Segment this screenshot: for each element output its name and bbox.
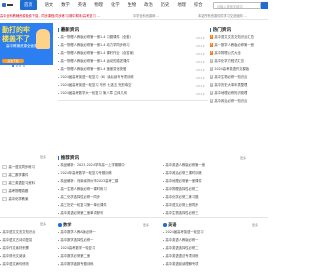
list-item[interactable]: 2 高一数学人教版必修第一册 xyxy=(210,41,268,49)
tab-chemistry[interactable]: 化学 xyxy=(111,2,120,8)
list-item[interactable]: 6 高中生物必修一知识点 xyxy=(210,73,268,81)
math-icon xyxy=(58,223,62,227)
divider xyxy=(58,100,208,101)
item-date: 10-12 xyxy=(196,75,205,80)
tab-english[interactable]: 英语 xyxy=(78,2,87,8)
list-item[interactable]: 高中语文必修上册同步 xyxy=(163,201,268,209)
recommend-list-right: 高中英语人教版必修第一册 高中政治必修三课时训练 高中地理必修第一册课件 高中物… xyxy=(163,161,268,217)
list-item[interactable]: 高中语文病句修改 xyxy=(0,260,53,268)
item-date: 10-12 xyxy=(196,43,205,48)
list-item[interactable]: 高一物理人教版必修第一册1-4 习题课件（全套） xyxy=(58,33,193,41)
list-item[interactable]: 高中政治必修三课时训练 xyxy=(163,169,268,177)
notice-left[interactable]: 高中全科教辅资源免费下载，同步课程/同步练习/期中期末/高考复习 ... xyxy=(0,14,100,18)
list-item[interactable]: 高中英语人教版必修一 xyxy=(163,236,268,244)
list-item[interactable]: 8 高中地理必修知识梳理 xyxy=(210,89,268,97)
tab-politics[interactable]: 政治 xyxy=(144,2,153,8)
recommend-list-left: 精品解析：2023-2024学年高一上学期期中 2024年高考数学一轮复习专题训… xyxy=(58,161,158,217)
list-item[interactable]: 7 高中历史大事年表整理 xyxy=(210,81,268,89)
list-item[interactable]: 高中英语阅读理解专项 xyxy=(163,260,268,268)
notice-middle: 中学全科资源网 ... xyxy=(133,13,160,18)
item-date: 10-12 xyxy=(196,35,205,40)
list-item[interactable]: 高中化学必修二练习题 xyxy=(163,193,268,201)
list-item[interactable]: 高中英语选择性必修二 xyxy=(163,244,268,252)
list-item[interactable]: 高中英语人教版必修第一册 xyxy=(163,161,268,169)
list-item[interactable]: 高中语文古诗词鉴赏 xyxy=(0,236,53,244)
more-link[interactable]: 更多 xyxy=(40,155,46,159)
list-item[interactable]: 2024年高考数学一轮复习专题训练 xyxy=(58,169,158,177)
promo-banner[interactable]: 勤打的牢 楼盖不了 高中教辅资源全面更新 点击下载 xyxy=(0,23,53,65)
left-col-list: 高中语文文言文知识点 高中语文古诗词鉴赏 高中作文素材积累 高中现代文阅读 高中… xyxy=(0,228,53,268)
english-list: 2024届高考英语一轮复习 高中英语人教版必修一 高中英语选择性必修二 高中英语… xyxy=(163,228,268,268)
hot-list: 1 高中语文文言文知识点汇总 2 高一数学人教版必修第一册 3 高中物理公式大全 4高… xyxy=(210,33,268,105)
carousel-dots[interactable] xyxy=(12,65,25,67)
list-item[interactable]: 高中现代文阅读 xyxy=(0,252,53,260)
tab-chinese[interactable]: 语文 xyxy=(45,2,54,8)
list-item[interactable]: 高中数学选择性必修一 xyxy=(58,236,158,244)
list-item[interactable]: 3 高中物理公式大全 xyxy=(210,49,268,57)
tab-math[interactable]: 数学 xyxy=(61,2,70,8)
divider xyxy=(0,217,268,218)
latest-list: 高一物理人教版必修第一册1-4 习题课件（全套） 高一物理人教版必修第一册1-4… xyxy=(58,33,193,97)
more-link[interactable]: 更多 xyxy=(252,223,258,227)
list-item[interactable]: 精品解析：2023-2024学年高一上学期期中 xyxy=(58,161,158,169)
list-item[interactable]: 1 高中语文文言文知识点汇总 xyxy=(210,33,268,41)
list-item[interactable]: 高一物理人教版必修第一册1-4 动力学同步练习 xyxy=(58,41,193,49)
site-logo[interactable] xyxy=(2,2,16,9)
list-item[interactable]: 高中数学函数专题训练 xyxy=(58,260,158,268)
tab-biology[interactable]: 生物 xyxy=(128,2,137,8)
list-item[interactable]: 高中地理必修第一册课件 xyxy=(163,177,268,185)
tab-comprehensive[interactable]: 综合 xyxy=(194,2,203,8)
list-item[interactable]: 高中作文素材积累 xyxy=(0,244,53,252)
more-link[interactable]: 更多 xyxy=(240,156,246,160)
notice-bar: 高中全科教辅资源免费下载，同步课程/同步练习/期中期末/高考复习 ... 中学全… xyxy=(0,13,268,18)
english-icon xyxy=(163,223,167,227)
list-item[interactable]: 高中物理选择性必修二 xyxy=(163,185,268,193)
search-input[interactable]: 请输入搜索关键词 xyxy=(213,1,261,9)
list-item[interactable]: 2024高考数学一轮复习 xyxy=(58,244,158,252)
list-item[interactable]: 高中生物选择性必修三 xyxy=(163,209,268,217)
list-item[interactable]: 2024届高考英语一轮复习（6）读后续写专项训练 xyxy=(58,73,193,81)
list-item[interactable]: 高中英语必修第二册单词默写 xyxy=(58,209,158,217)
item-date: 10-12 xyxy=(196,83,205,88)
more-link[interactable]: 更多 xyxy=(40,222,46,226)
list-item[interactable]: 2024届高考英语一轮复习 xyxy=(163,228,268,236)
search-button[interactable] xyxy=(261,1,268,9)
tab-physics[interactable]: 物理 xyxy=(94,2,103,8)
more-link[interactable]: 更多 xyxy=(143,223,149,227)
list-item[interactable]: 高一物理人教版必修第一册1-4 运动的描述课件 xyxy=(58,57,193,65)
item-date: 10-12 xyxy=(196,67,205,72)
item-date: 10-12 xyxy=(196,51,205,56)
list-item[interactable]: 高三历史一轮复习第一单元课件 xyxy=(58,201,158,209)
tab-home[interactable]: 首页 xyxy=(20,0,37,10)
top-nav: 首页 语文 数学 英语 物理 化学 生物 政治 历史 地理 综合 请输入搜索关键… xyxy=(0,0,268,10)
list-item[interactable]: 2024届高考英语一轮复习 写作 七选五 完形填空 xyxy=(58,81,193,89)
banner-download-button[interactable]: 点击下载 xyxy=(2,59,24,63)
list-item[interactable]: 高中数学人教A版必修一 xyxy=(58,228,158,236)
notice-right: 本站所有资源仅供学习交流使用 ... xyxy=(198,13,247,18)
math-list: 高中数学人教A版必修一 高中数学选择性必修一 2024高考数学一轮复习 高中数学… xyxy=(58,228,158,268)
list-item[interactable]: 高一物理人教版必修第一册1-4 课时作业（含答案） xyxy=(58,49,193,57)
list-item[interactable]: 高二化学选择性必修一同步 xyxy=(58,193,158,201)
tab-history[interactable]: 历史 xyxy=(161,2,170,8)
list-item[interactable]: 高中语文文言文知识点 xyxy=(0,228,53,236)
category-card[interactable]: 高中化学教案 xyxy=(0,195,53,203)
list-item[interactable]: 9 高中政治必修一知识点 xyxy=(210,97,268,105)
category-card[interactable]: 高三英语复习资料 xyxy=(0,179,53,187)
category-card[interactable]: 高考物理真题 xyxy=(0,187,53,195)
category-card[interactable]: 高一语文同步练习 xyxy=(0,163,53,171)
divider xyxy=(0,19,268,20)
list-item[interactable]: 5 2024高考英语作文模板 xyxy=(210,65,268,73)
list-item[interactable]: 2024届高考数学大一轮复习 第八章 立体几何 xyxy=(58,89,193,97)
list-item[interactable]: 高一生物人教版必修一课时练习 xyxy=(58,185,158,193)
student-illustration xyxy=(36,29,50,49)
tab-geography[interactable]: 地理 xyxy=(177,2,186,8)
list-item[interactable]: 精品解析：河南省郑州市2023高考二模 xyxy=(58,177,158,185)
list-item[interactable]: 高中英语语法专项训练 xyxy=(163,252,268,260)
list-item[interactable]: 高中数学必修第二册 xyxy=(58,252,158,260)
item-date: 10-12 xyxy=(196,91,205,96)
list-item[interactable]: 4 高中化学方程式汇总 xyxy=(210,57,268,65)
list-item[interactable]: 高一物理人教版必修第一册1-4 速度变化快慢 xyxy=(58,65,193,73)
category-card[interactable]: 高二数学课件 xyxy=(0,171,53,179)
item-date: 10-12 xyxy=(196,59,205,64)
